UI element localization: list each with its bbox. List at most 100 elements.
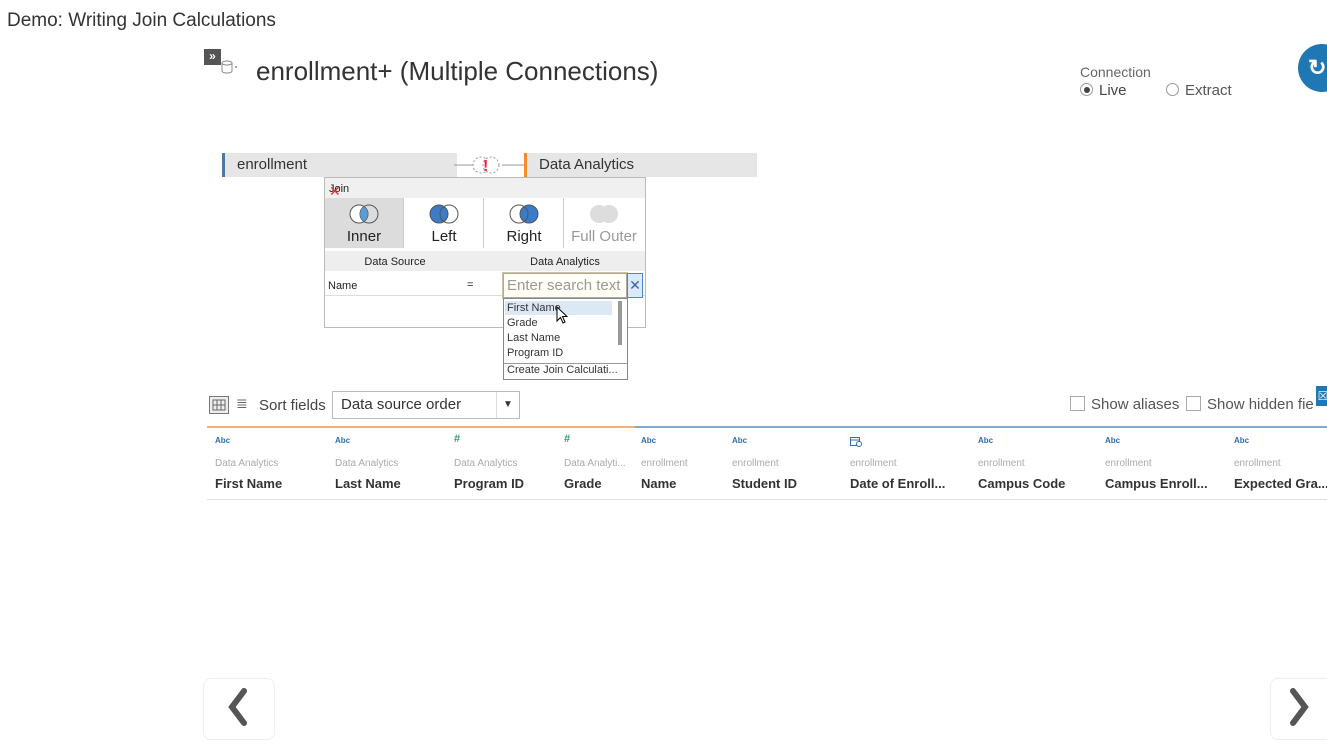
field-name[interactable]: Last Name xyxy=(335,476,401,491)
join-type-label: Full Outer xyxy=(571,228,637,245)
field-source: enrollment xyxy=(732,458,779,469)
list-view-icon[interactable]: ≣ xyxy=(236,395,248,412)
right-source-header: Data Analytics xyxy=(530,256,600,268)
expand-sidebar-button[interactable]: » xyxy=(204,49,221,65)
date-type-icon[interactable] xyxy=(850,436,862,449)
join-dialog-header: Join ✕ xyxy=(325,178,645,199)
previous-slide-button[interactable] xyxy=(203,678,275,740)
side-panel-icon[interactable]: ☒ xyxy=(1316,386,1327,406)
join-type-label: Right xyxy=(506,228,542,245)
page-title: Demo: Writing Join Calculations xyxy=(7,10,276,31)
field-name[interactable]: First Name xyxy=(215,476,282,491)
number-type-icon[interactable]: # xyxy=(564,433,570,445)
radio-unselected-icon xyxy=(1166,83,1179,96)
grid-bottom-border xyxy=(207,499,1327,500)
join-type-inner[interactable]: Inner xyxy=(325,198,404,248)
show-aliases-checkbox[interactable]: Show aliases xyxy=(1070,396,1179,413)
connection-label: Connection xyxy=(1080,64,1151,80)
connection-live-radio[interactable]: Live xyxy=(1080,82,1127,99)
field-name[interactable]: Campus Code xyxy=(978,476,1065,491)
next-slide-button[interactable] xyxy=(1270,678,1327,740)
field-name[interactable]: Date of Enroll... xyxy=(850,476,945,491)
show-hidden-label: Show hidden fie xyxy=(1207,396,1314,413)
field-source: Data Analytics xyxy=(335,458,399,469)
field-column-header[interactable]: Abc enrollment Student ID xyxy=(724,428,842,500)
field-column-header[interactable]: Abc enrollment Campus Enroll... xyxy=(1097,428,1226,500)
full-outer-join-icon xyxy=(590,205,618,223)
mouse-pointer-icon xyxy=(556,305,570,331)
svg-text:!: ! xyxy=(483,158,488,175)
condition-operator[interactable]: = xyxy=(467,279,473,291)
chevron-left-icon xyxy=(228,688,247,726)
join-condition-header: Data Source Data Analytics xyxy=(325,251,645,271)
connection-extract-label: Extract xyxy=(1185,82,1232,99)
string-type-icon[interactable]: Abc xyxy=(335,436,350,445)
refresh-icon: ↻ xyxy=(1308,55,1327,80)
string-type-icon[interactable]: Abc xyxy=(1105,436,1120,445)
right-join-icon xyxy=(509,204,539,224)
datasource-title[interactable]: enrollment+ (Multiple Connections) xyxy=(256,56,658,87)
checkbox-icon xyxy=(1070,396,1085,411)
field-column-header[interactable]: # Data Analyti... Grade xyxy=(556,428,633,500)
dropdown-scrollbar[interactable] xyxy=(618,301,622,345)
checkbox-icon xyxy=(1186,396,1201,411)
show-hidden-fields-checkbox[interactable]: Show hidden fie xyxy=(1186,396,1314,413)
right-table[interactable]: Data Analytics xyxy=(524,153,757,177)
field-column-header[interactable]: # Data Analytics Program ID xyxy=(446,428,556,500)
field-source: Data Analytics xyxy=(454,458,518,469)
condition-left-field[interactable]: Name xyxy=(328,280,357,292)
clear-search-button[interactable]: ✕ xyxy=(627,273,643,298)
field-source: enrollment xyxy=(850,458,897,469)
join-type-full-outer[interactable]: Full Outer xyxy=(565,198,643,248)
field-name[interactable]: Student ID xyxy=(732,476,797,491)
string-type-icon[interactable]: Abc xyxy=(1234,436,1249,445)
string-type-icon[interactable]: Abc xyxy=(641,436,656,445)
chevron-right-icon xyxy=(1290,688,1309,726)
sort-fields-value: Data source order xyxy=(341,396,462,413)
field-column-header[interactable]: Abc enrollment Name xyxy=(633,428,724,500)
refresh-button[interactable]: ↻ xyxy=(1298,44,1327,92)
dropdown-item[interactable]: Program ID xyxy=(507,347,563,359)
left-table[interactable]: enrollment xyxy=(222,153,457,177)
create-join-calculation-item[interactable]: Create Join Calculati... xyxy=(507,364,618,376)
join-type-label: Left xyxy=(431,228,457,245)
field-source: Data Analytics xyxy=(215,458,279,469)
field-source: Data Analyti... xyxy=(564,458,626,469)
field-name[interactable]: Program ID xyxy=(454,476,524,491)
radio-selected-icon xyxy=(1080,83,1093,96)
show-aliases-label: Show aliases xyxy=(1091,396,1180,413)
field-name[interactable]: Campus Enroll... xyxy=(1105,476,1208,491)
connection-live-label: Live xyxy=(1099,82,1127,99)
join-warning-icon[interactable]: ! xyxy=(454,153,524,177)
field-search-input[interactable]: Enter search text xyxy=(502,272,628,299)
field-name[interactable]: Expected Gra... xyxy=(1234,476,1327,491)
string-type-icon[interactable]: Abc xyxy=(978,436,993,445)
field-column-header[interactable]: enrollment Date of Enroll... xyxy=(842,428,970,500)
field-column-header[interactable]: Abc enrollment Campus Code xyxy=(970,428,1097,500)
join-type-left[interactable]: Left xyxy=(405,198,484,248)
grid-view-icon[interactable] xyxy=(209,396,229,414)
field-name[interactable]: Name xyxy=(641,476,676,491)
connection-extract-radio[interactable]: Extract xyxy=(1166,82,1232,99)
sort-fields-select[interactable]: Data source order ▼ xyxy=(332,391,520,419)
database-icon[interactable] xyxy=(221,60,239,77)
left-source-header: Data Source xyxy=(364,256,426,268)
field-column-header[interactable]: Abc enrollment Expected Gra... xyxy=(1226,428,1327,500)
dropdown-item[interactable]: Last Name xyxy=(507,332,560,344)
string-type-icon[interactable]: Abc xyxy=(732,436,747,445)
chevron-down-icon: ▼ xyxy=(496,392,519,418)
field-source: enrollment xyxy=(1234,458,1281,469)
dropdown-item[interactable]: First Name xyxy=(507,302,561,314)
dropdown-item[interactable]: Grade xyxy=(507,317,538,329)
string-type-icon[interactable]: Abc xyxy=(215,436,230,445)
double-chevron-right-icon: » xyxy=(209,49,216,63)
field-name[interactable]: Grade xyxy=(564,476,602,491)
field-column-header[interactable]: Abc Data Analytics First Name xyxy=(207,428,327,500)
field-source: enrollment xyxy=(1105,458,1152,469)
field-column-header[interactable]: Abc Data Analytics Last Name xyxy=(327,428,446,500)
field-source: enrollment xyxy=(641,458,688,469)
number-type-icon[interactable]: # xyxy=(454,433,460,445)
inner-join-icon xyxy=(349,204,379,224)
join-type-label: Inner xyxy=(346,228,382,245)
join-type-right[interactable]: Right xyxy=(485,198,564,248)
